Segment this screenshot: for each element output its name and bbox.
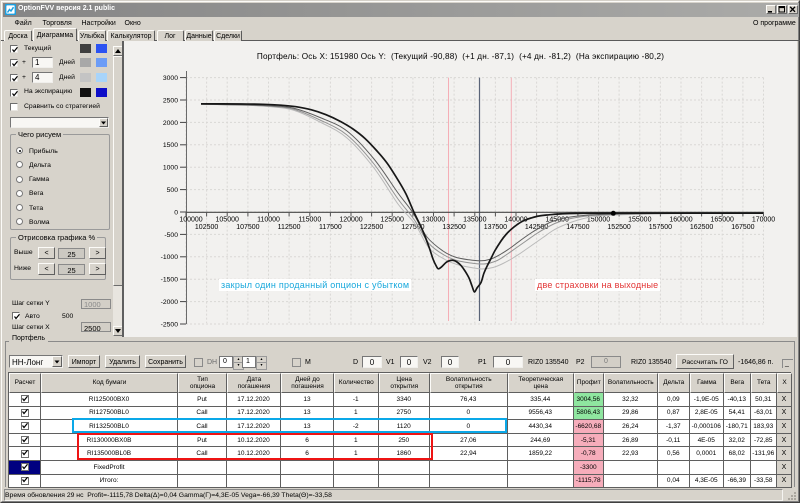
svg-text:130000: 130000 (422, 216, 445, 223)
svg-text:1000: 1000 (163, 165, 178, 172)
svg-text:167500: 167500 (731, 224, 754, 231)
svg-text:152500: 152500 (607, 224, 630, 231)
svg-text:137500: 137500 (484, 224, 507, 231)
svg-text:162500: 162500 (690, 224, 713, 231)
svg-text:-2500: -2500 (161, 321, 179, 328)
svg-text:2500: 2500 (163, 97, 178, 104)
svg-text:135000: 135000 (463, 216, 486, 223)
svg-text:155000: 155000 (628, 216, 651, 223)
svg-text:-1000: -1000 (161, 254, 179, 261)
svg-text:3000: 3000 (163, 75, 178, 82)
svg-text:132500: 132500 (442, 224, 465, 231)
svg-text:2000: 2000 (163, 120, 178, 127)
svg-text:157500: 157500 (649, 224, 672, 231)
svg-text:125000: 125000 (381, 216, 404, 223)
svg-text:500: 500 (167, 187, 179, 194)
svg-text:-1500: -1500 (161, 277, 179, 284)
svg-text:170000: 170000 (752, 216, 775, 223)
svg-text:160000: 160000 (669, 216, 692, 223)
svg-text:110000: 110000 (257, 216, 280, 223)
svg-text:0: 0 (174, 209, 178, 216)
svg-text:102500: 102500 (195, 224, 218, 231)
svg-text:122500: 122500 (360, 224, 383, 231)
svg-text:115000: 115000 (298, 216, 321, 223)
svg-text:112500: 112500 (278, 224, 301, 231)
svg-text:120000: 120000 (339, 216, 362, 223)
svg-text:-2000: -2000 (161, 299, 179, 306)
svg-text:100000: 100000 (179, 216, 202, 223)
svg-text:105000: 105000 (216, 216, 239, 223)
svg-text:117500: 117500 (319, 224, 342, 231)
svg-text:147500: 147500 (566, 224, 589, 231)
svg-text:107500: 107500 (236, 224, 259, 231)
svg-text:-500: -500 (164, 232, 178, 239)
svg-text:165000: 165000 (711, 216, 734, 223)
svg-text:1500: 1500 (163, 142, 178, 149)
